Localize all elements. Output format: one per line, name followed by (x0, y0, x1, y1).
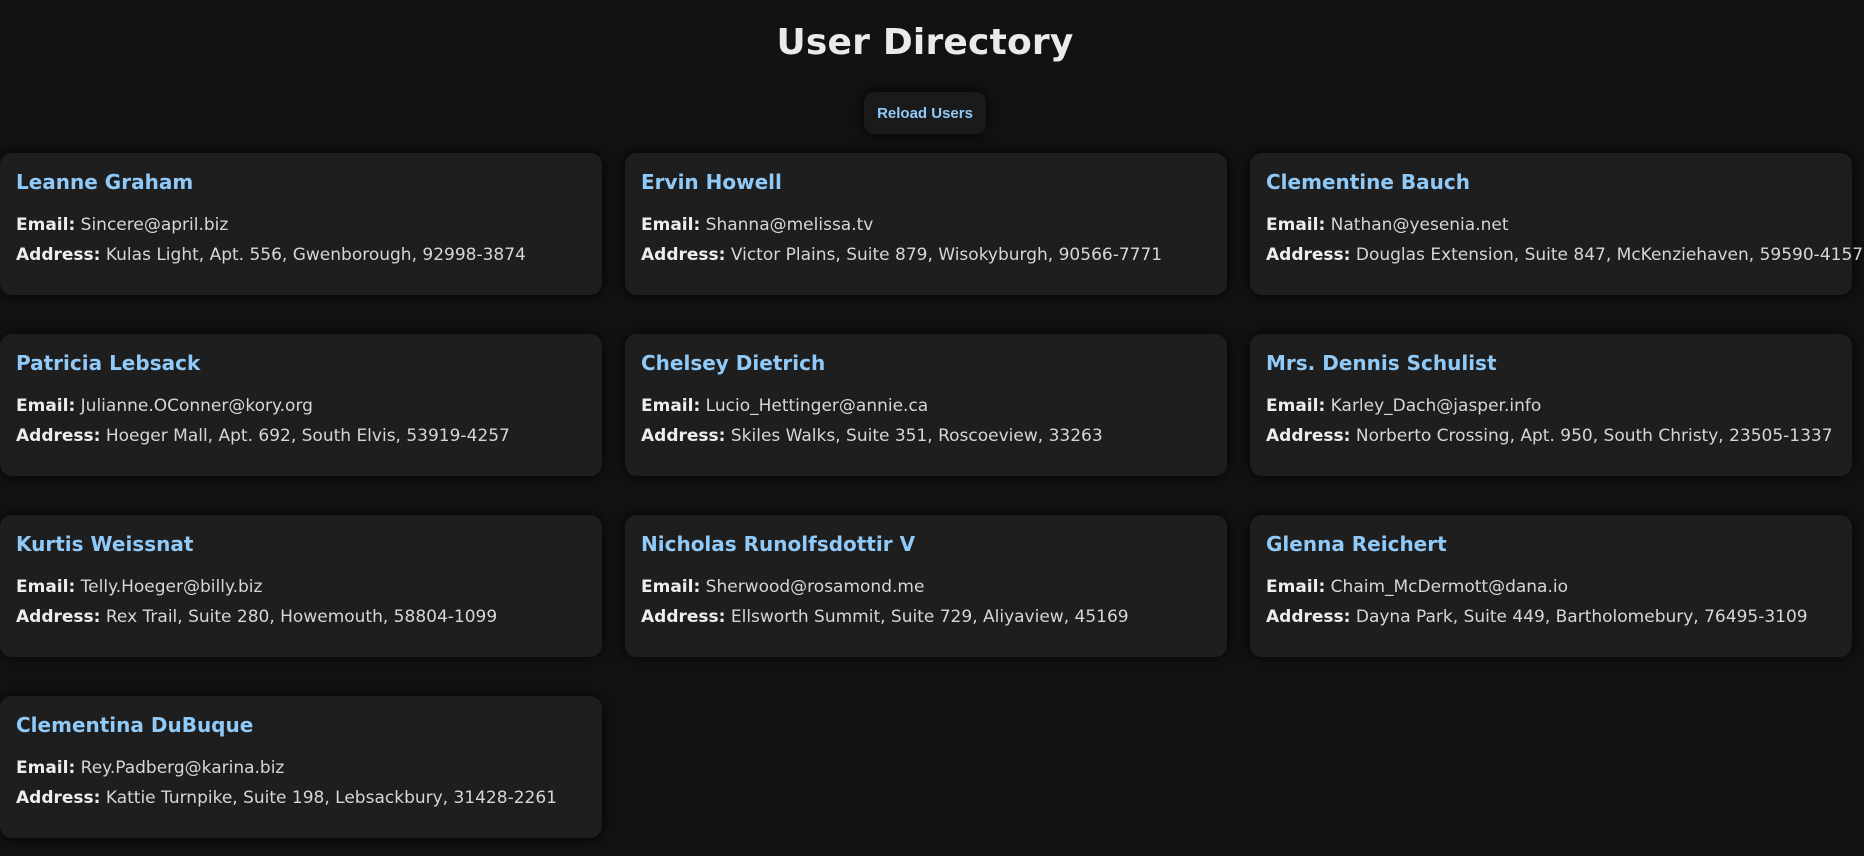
user-card: Mrs. Dennis Schulist Email: Karley_Dach@… (1250, 334, 1852, 476)
address-label: Address: (1266, 245, 1351, 265)
user-address: Address: Ellsworth Summit, Suite 729, Al… (641, 602, 1211, 632)
user-email: Email: Julianne.OConner@kory.org (16, 391, 586, 421)
user-address: Address: Norberto Crossing, Apt. 950, So… (1266, 421, 1836, 451)
email-value: Nathan@yesenia.net (1330, 215, 1509, 235)
address-label: Address: (641, 426, 726, 446)
address-label: Address: (16, 607, 101, 627)
address-value: Kulas Light, Apt. 556, Gwenborough, 9299… (105, 245, 526, 265)
user-address: Address: Victor Plains, Suite 879, Wisok… (641, 240, 1211, 270)
user-address: Address: Skiles Walks, Suite 351, Roscoe… (641, 421, 1211, 451)
user-card: Nicholas Runolfsdottir V Email: Sherwood… (625, 515, 1227, 657)
email-label: Email: (641, 577, 701, 597)
user-address: Address: Douglas Extension, Suite 847, M… (1266, 240, 1863, 270)
user-email: Email: Shanna@melissa.tv (641, 210, 1211, 240)
address-label: Address: (16, 426, 101, 446)
address-label: Address: (16, 788, 101, 808)
user-name: Patricia Lebsack (16, 351, 201, 375)
email-label: Email: (16, 215, 76, 235)
address-value: Kattie Turnpike, Suite 198, Lebsackbury,… (105, 788, 557, 808)
user-card: Glenna Reichert Email: Chaim_McDermott@d… (1250, 515, 1852, 657)
user-name: Chelsey Dietrich (641, 351, 826, 375)
email-value: Sherwood@rosamond.me (705, 577, 925, 597)
email-value: Shanna@melissa.tv (705, 215, 874, 235)
page-title: User Directory (776, 22, 1074, 63)
user-directory-page: User Directory Reload Users Leanne Graha… (0, 0, 1864, 856)
email-value: Lucio_Hettinger@annie.ca (705, 396, 929, 416)
email-label: Email: (1266, 577, 1326, 597)
user-name: Mrs. Dennis Schulist (1266, 351, 1497, 375)
email-label: Email: (1266, 396, 1326, 416)
address-value: Douglas Extension, Suite 847, McKenzieha… (1355, 245, 1864, 265)
user-address: Address: Kulas Light, Apt. 556, Gwenboro… (16, 240, 586, 270)
user-name: Leanne Graham (16, 170, 194, 194)
address-label: Address: (1266, 426, 1351, 446)
address-value: Skiles Walks, Suite 351, Roscoeview, 332… (730, 426, 1103, 446)
user-card: Leanne Graham Email: Sincere@april.biz A… (0, 153, 602, 295)
email-value: Rey.Padberg@karina.biz (80, 758, 285, 778)
email-value: Karley_Dach@jasper.info (1330, 396, 1542, 416)
user-name: Clementine Bauch (1266, 170, 1470, 194)
email-label: Email: (641, 396, 701, 416)
user-card: Chelsey Dietrich Email: Lucio_Hettinger@… (625, 334, 1227, 476)
address-value: Dayna Park, Suite 449, Bartholomebury, 7… (1355, 607, 1808, 627)
user-grid: Leanne Graham Email: Sincere@april.biz A… (0, 153, 1864, 838)
email-label: Email: (16, 577, 76, 597)
email-value: Chaim_McDermott@dana.io (1330, 577, 1568, 597)
user-email: Email: Lucio_Hettinger@annie.ca (641, 391, 1211, 421)
user-card: Clementine Bauch Email: Nathan@yesenia.n… (1250, 153, 1863, 295)
email-value: Telly.Hoeger@billy.biz (80, 577, 263, 597)
user-name: Clementina DuBuque (16, 713, 254, 737)
user-address: Address: Dayna Park, Suite 449, Bartholo… (1266, 602, 1836, 632)
email-value: Julianne.OConner@kory.org (80, 396, 313, 416)
user-address: Address: Hoeger Mall, Apt. 692, South El… (16, 421, 586, 451)
user-name: Ervin Howell (641, 170, 782, 194)
user-email: Email: Karley_Dach@jasper.info (1266, 391, 1836, 421)
address-value: Hoeger Mall, Apt. 692, South Elvis, 5391… (105, 426, 510, 446)
address-value: Rex Trail, Suite 280, Howemouth, 58804-1… (105, 607, 498, 627)
user-card: Patricia Lebsack Email: Julianne.OConner… (0, 334, 602, 476)
address-label: Address: (641, 607, 726, 627)
user-email: Email: Rey.Padberg@karina.biz (16, 753, 586, 783)
user-address: Address: Rex Trail, Suite 280, Howemouth… (16, 602, 586, 632)
user-email: Email: Telly.Hoeger@billy.biz (16, 572, 586, 602)
user-email: Email: Nathan@yesenia.net (1266, 210, 1836, 240)
user-card: Kurtis Weissnat Email: Telly.Hoeger@bill… (0, 515, 602, 657)
user-email: Email: Chaim_McDermott@dana.io (1266, 572, 1836, 602)
email-label: Email: (1266, 215, 1326, 235)
email-label: Email: (16, 758, 76, 778)
address-value: Victor Plains, Suite 879, Wisokyburgh, 9… (730, 245, 1163, 265)
user-name: Kurtis Weissnat (16, 532, 194, 556)
user-email: Email: Sincere@april.biz (16, 210, 586, 240)
address-value: Norberto Crossing, Apt. 950, South Chris… (1355, 426, 1833, 446)
address-label: Address: (1266, 607, 1351, 627)
user-address: Address: Kattie Turnpike, Suite 198, Leb… (16, 783, 586, 813)
address-value: Ellsworth Summit, Suite 729, Aliyaview, … (730, 607, 1129, 627)
address-label: Address: (641, 245, 726, 265)
email-label: Email: (641, 215, 701, 235)
user-email: Email: Sherwood@rosamond.me (641, 572, 1211, 602)
user-card: Ervin Howell Email: Shanna@melissa.tv Ad… (625, 153, 1227, 295)
user-name: Glenna Reichert (1266, 532, 1447, 556)
email-label: Email: (16, 396, 76, 416)
email-value: Sincere@april.biz (80, 215, 229, 235)
reload-users-button[interactable]: Reload Users (864, 92, 986, 134)
user-name: Nicholas Runolfsdottir V (641, 532, 916, 556)
address-label: Address: (16, 245, 101, 265)
user-card: Clementina DuBuque Email: Rey.Padberg@ka… (0, 696, 602, 838)
